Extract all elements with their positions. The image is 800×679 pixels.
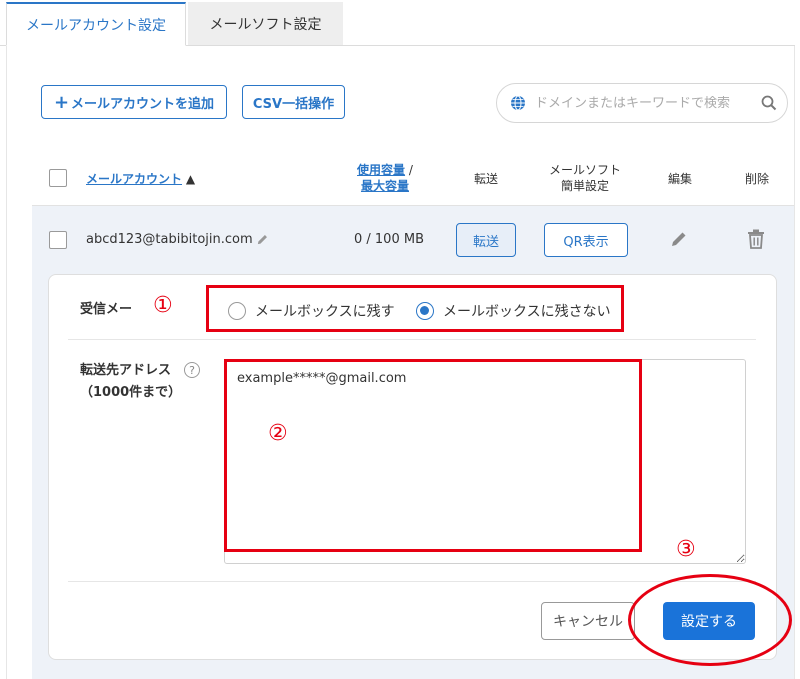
forward-column-header: 転送 [473,172,498,186]
csv-bulk-button[interactable]: CSV一括操作 [242,85,345,119]
select-all-checkbox[interactable] [49,169,67,187]
mailsoft-column-header: メールソフト 簡単設定 [540,162,630,194]
forward-button-label: 転送 [472,234,499,250]
account-address: abcd123@tabibitojin.com [86,232,253,247]
annotation-marker-1: ① [153,293,173,318]
usage-column-header: 使用容量 / 最大容量 [352,162,418,194]
annotation-marker-2: ② [268,421,288,446]
receive-mail-label: 受信メー [80,302,133,317]
search-input[interactable] [535,95,755,111]
pencil-icon[interactable] [256,233,269,246]
mailsoft-header-line1: メールソフト [548,163,621,177]
add-mail-account-button[interactable]: + メールアカウントを追加 [41,85,227,119]
panel-divider-bottom [68,581,756,582]
account-sort-link[interactable]: メールアカウント [86,172,182,186]
tab-mail-account-settings[interactable]: メールアカウント設定 [6,2,186,46]
annotation-box-2 [224,359,642,552]
edit-icon[interactable] [670,230,688,248]
usage-sort-link[interactable]: 使用容量 [357,163,405,177]
search-icon[interactable] [761,95,777,111]
help-icon[interactable]: ? [184,362,200,378]
annotation-box-1 [206,285,624,332]
qr-display-label: QR表示 [563,234,609,250]
trash-icon[interactable] [747,229,765,249]
tab-mail-software-settings[interactable]: メールソフト設定 [188,2,343,46]
csv-bulk-label: CSV一括操作 [252,96,335,112]
mailsoft-header-line2: 簡単設定 [560,179,609,193]
content-border-left [6,46,7,679]
cancel-button[interactable]: キャンセル [541,602,635,640]
delete-column-header: 削除 [744,172,769,186]
content-border-right [794,46,795,679]
forward-address-limit: （1000件まで） [80,385,182,400]
add-mail-account-label: メールアカウントを追加 [71,96,215,112]
sort-up-icon: ▲ [185,172,196,186]
panel-divider-top [68,339,756,340]
row-checkbox[interactable] [49,231,67,249]
globe-icon [511,95,525,111]
account-column-header: メールアカウント ▲ [86,171,195,187]
max-sort-link[interactable]: 最大容量 [361,179,409,193]
usage-separator: / [408,163,413,177]
qr-display-button[interactable]: QR表示 [544,223,628,257]
tab-bar: メールアカウント設定 メールソフト設定 [0,0,800,46]
annotation-marker-3: ③ [676,537,696,562]
forward-button[interactable]: 転送 [456,223,516,257]
annotation-ellipse-3 [628,574,792,666]
forward-address-label: 転送先アドレス [80,363,172,378]
search-box [496,83,788,123]
cancel-label: キャンセル [553,614,623,630]
usage-value: 0 / 100 MB [354,232,424,247]
edit-column-header: 編集 [667,172,692,186]
plus-icon: + [53,91,70,113]
